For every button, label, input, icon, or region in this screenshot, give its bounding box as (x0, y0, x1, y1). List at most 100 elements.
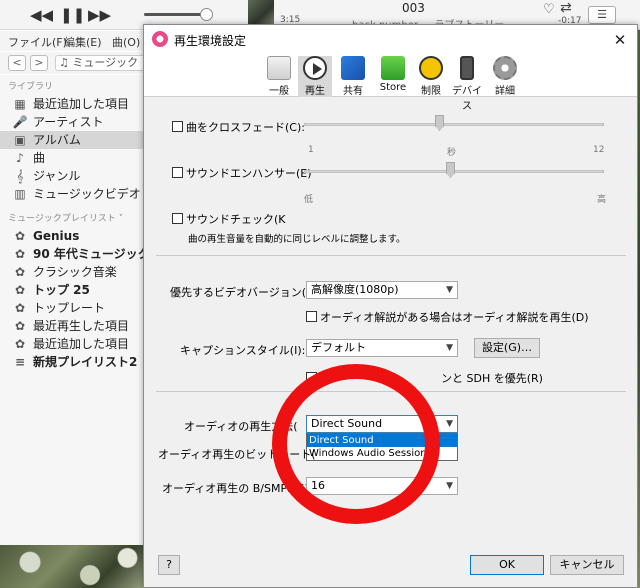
volume-slider[interactable] (144, 13, 208, 16)
ok-button[interactable]: OK (470, 555, 544, 575)
close-icon[interactable]: ✕ (608, 29, 632, 51)
crossfade-unit: 秒 (447, 148, 457, 158)
sidebar-item-label: ジャンル (33, 169, 81, 183)
checkbox-box[interactable] (306, 311, 317, 322)
repeat-icon[interactable]: ⇄ (560, 0, 572, 16)
sidebar-item-icon: ✿ (14, 301, 26, 315)
caption-settings-button[interactable]: 設定(G)… (474, 338, 540, 358)
desktop-background (0, 545, 150, 588)
audio-description-checkbox[interactable]: オーディオ解説がある場合はオーディオ解説を再生(D) (306, 309, 589, 325)
store-icon (381, 56, 405, 80)
tab-store[interactable]: Store (374, 56, 412, 97)
bits-per-sample-value: 16 (311, 479, 325, 492)
bitrate-label: オーディオ再生のビットレート( (158, 448, 316, 461)
sidebar-item-icon: ✿ (14, 265, 26, 279)
chevron-down-icon: ▼ (446, 343, 453, 353)
sidebar-item-icon: ✿ (14, 283, 26, 297)
crossfade-thumb[interactable] (435, 115, 444, 131)
caption-style-select[interactable]: デフォルト ▼ (306, 339, 458, 357)
bits-per-sample-label: オーディオ再生の B/SMPL(S) (162, 482, 309, 495)
tab-label: Store (379, 82, 407, 93)
sidebar: ライブラリ ▦ 最近追加した項目 🎤 アーティスト ▣ アルバム ♪ 曲 𝄞 ジャンル ▥ ミュージッ… (0, 75, 150, 545)
media-picker[interactable]: ♫ ミュージック (55, 55, 147, 71)
checkbox-box[interactable] (306, 372, 317, 383)
audio-method-dropdown: Direct Sound Windows Audio Session (306, 433, 458, 461)
sidebar-playlist-item-6[interactable]: ✿ 最近追加した項目 (0, 335, 146, 353)
tab-label: デバイス (452, 86, 482, 112)
menu-bar: ファイル(F) 編集(E) 曲(O) (0, 31, 150, 51)
sidebar-playlist-item-5[interactable]: ✿ 最近再生した項目 (0, 317, 146, 335)
sdh-label-start: … (320, 372, 331, 385)
advanced-icon (493, 56, 517, 80)
pause-icon[interactable]: ❚❚ (60, 6, 85, 24)
chevron-down-icon: ▼ (446, 481, 453, 491)
dialog-titlebar: 再生環境設定 ✕ (144, 25, 637, 55)
sidebar-item-icon: 𝄞 (16, 169, 24, 183)
playlists-header[interactable]: ミュージックプレイリスト ˅ (8, 211, 123, 224)
sidebar-item-label: 最近再生した項目 (33, 319, 130, 333)
cancel-button[interactable]: キャンセル (550, 555, 624, 575)
crossfade-checkbox[interactable]: 曲をクロスフェード(C): (172, 119, 305, 135)
audio-method-option-wasapi[interactable]: Windows Audio Session (307, 447, 457, 460)
tab-general[interactable]: 一般 (262, 56, 296, 97)
back-button[interactable]: < (8, 55, 26, 71)
sidebar-playlist-item-7[interactable]: ≡ 新規プレイリスト2 (0, 353, 146, 371)
tab-sharing[interactable]: 共有 (336, 56, 370, 97)
checkbox-box[interactable] (172, 121, 183, 132)
sidebar-playlist-item-1[interactable]: ✿ 90 年代ミュージック (0, 245, 150, 263)
volume-knob[interactable] (200, 8, 213, 21)
up-next-button[interactable]: ☰ (588, 6, 616, 24)
tab-label: 制限 (421, 86, 441, 97)
sidebar-item-label: アーティスト (33, 115, 104, 129)
sidebar-library-item-5[interactable]: ▥ ミュージックビデオ (0, 185, 146, 203)
sidebar-item-icon: ✿ (14, 337, 26, 351)
sidebar-item-icon: ✿ (14, 319, 26, 333)
divider (156, 391, 626, 392)
tab-advanced[interactable]: 詳細 (488, 56, 522, 97)
video-version-value: 高解像度(1080p) (311, 283, 399, 296)
audio-method-option-direct-sound[interactable]: Direct Sound (307, 434, 457, 447)
next-icon[interactable]: ▶▶ (88, 6, 111, 24)
tab-restrictions[interactable]: 制限 (414, 56, 448, 97)
sidebar-library-item-4[interactable]: 𝄞 ジャンル (0, 167, 146, 185)
tab-devices[interactable]: デバイス (448, 56, 486, 112)
video-version-select[interactable]: 高解像度(1080p) ▼ (306, 281, 458, 299)
now-playing-title: 003 (402, 1, 425, 15)
preferences-dialog: 再生環境設定 ✕ 一般 再生 共有 Store 制限 デバイス 詳細 曲をクロス… (143, 24, 638, 588)
sidebar-playlist-item-2[interactable]: ✿ クラシック音楽 (0, 263, 146, 281)
sidebar-item-icon: ▦ (14, 97, 26, 111)
sidebar-playlist-item-0[interactable]: ✿ Genius (0, 227, 146, 245)
tab-label: 詳細 (495, 86, 515, 97)
sound-enhancer-label: サウンドエンハンサー(E) (186, 167, 312, 180)
sidebar-library-item-1[interactable]: 🎤 アーティスト (0, 113, 146, 131)
audio-method-label: オーディオの再生方法( (184, 420, 298, 433)
restrictions-icon (419, 56, 443, 80)
sound-enhancer-checkbox[interactable]: サウンドエンハンサー(E) (172, 165, 312, 181)
sound-enhancer-thumb[interactable] (446, 162, 455, 178)
heart-icon[interactable]: ♡ (543, 2, 555, 17)
menu-edit[interactable]: 編集(E) (64, 34, 102, 50)
sidebar-library-item-2[interactable]: ▣ アルバム (0, 131, 146, 149)
bits-per-sample-select[interactable]: 16 ▼ (306, 477, 458, 495)
checkbox-box[interactable] (172, 167, 183, 178)
forward-button[interactable]: > (30, 55, 48, 71)
help-button[interactable]: ? (158, 555, 180, 575)
sdh-checkbox[interactable]: … ンと SDH を優先(R) (306, 370, 543, 386)
sidebar-library-item-0[interactable]: ▦ 最近追加した項目 (0, 95, 146, 113)
previous-icon[interactable]: ◀◀ (30, 6, 53, 24)
sidebar-item-icon: ♪ (16, 151, 24, 165)
checkbox-box[interactable] (172, 213, 183, 224)
audio-method-value: Direct Sound (311, 417, 383, 430)
tab-playback[interactable]: 再生 (298, 56, 332, 97)
sidebar-playlist-item-4[interactable]: ✿ トップレート (0, 299, 146, 317)
menu-song[interactable]: 曲(O) (112, 34, 140, 50)
crossfade-slider[interactable] (304, 123, 604, 126)
sidebar-library-item-3[interactable]: ♪ 曲 (0, 149, 146, 167)
sidebar-playlist-item-3[interactable]: ✿ トップ 25 (0, 281, 146, 299)
audio-method-select[interactable]: Direct Sound ▼ (306, 415, 458, 433)
sidebar-item-label: ミュージックビデオ (33, 187, 141, 201)
sound-check-checkbox[interactable]: サウンドチェック(K (172, 211, 286, 227)
sidebar-item-label: トップ 25 (33, 283, 90, 297)
menu-file[interactable]: ファイル(F) (8, 34, 67, 50)
share-icon (341, 56, 365, 80)
